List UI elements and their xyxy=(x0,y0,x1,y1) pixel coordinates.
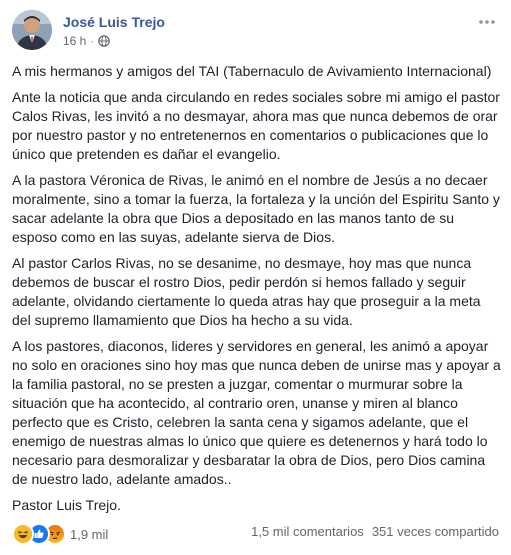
post-meta: 16 h · xyxy=(63,34,111,48)
author-name[interactable]: José Luis Trejo xyxy=(63,14,165,30)
post-header: José Luis Trejo 16 h · xyxy=(12,10,499,52)
reaction-count[interactable]: 1,9 mil xyxy=(70,527,108,542)
more-options-button[interactable] xyxy=(477,12,497,32)
comments-count-link[interactable]: 1,5 mil comentarios xyxy=(251,524,364,539)
meta-separator: · xyxy=(90,34,95,48)
post-paragraph: A los pastores, diaconos, lideres y serv… xyxy=(12,338,501,487)
post-timestamp[interactable]: 16 h xyxy=(63,34,86,48)
haha-icon xyxy=(12,523,34,545)
avatar[interactable] xyxy=(12,10,52,50)
more-dots-icon xyxy=(479,20,495,24)
facebook-post: José Luis Trejo 16 h · A mis hermanos y … xyxy=(0,0,511,555)
post-paragraph: Al pastor Carlos Rivas, no se desanime, … xyxy=(12,255,481,328)
post-footer: 1,9 mil 1,5 mil comentarios 351 veces co… xyxy=(12,520,499,545)
post-signature: Pastor Luis Trejo. xyxy=(12,497,121,513)
post-paragraph: A mis hermanos y amigos del TAI (Taberna… xyxy=(12,63,492,79)
post-paragraph: A la pastora Véronica de Rivas, le animó… xyxy=(12,172,500,245)
reactions-summary[interactable]: 1,9 mil xyxy=(12,523,108,545)
post-paragraph: Ante la noticia que anda circulando en r… xyxy=(12,89,500,162)
post-stats: 1,5 mil comentarios 351 veces compartido xyxy=(251,524,499,539)
post-body: A mis hermanos y amigos del TAI (Taberna… xyxy=(12,62,501,522)
globe-icon[interactable] xyxy=(98,35,111,47)
shares-count-link[interactable]: 351 veces compartido xyxy=(372,524,499,539)
